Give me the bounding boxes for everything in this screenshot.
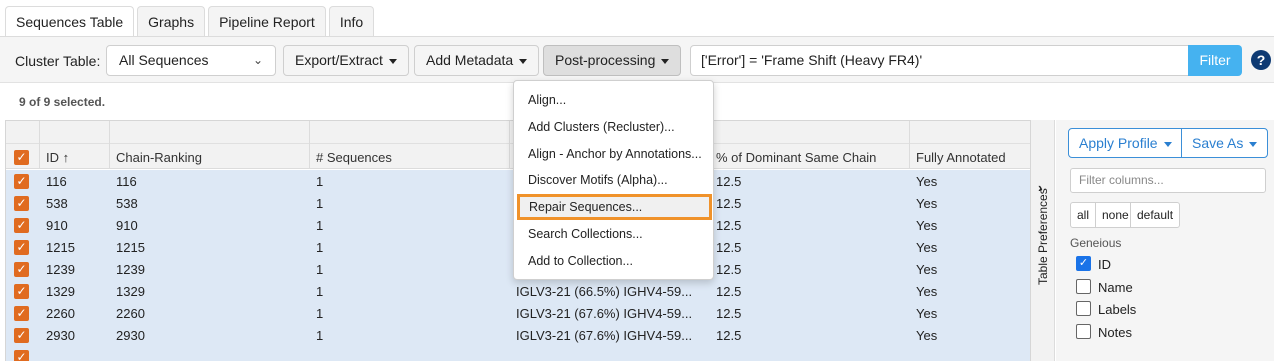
selection-status: 9 of 9 selected.	[19, 95, 106, 109]
apply-profile-label: Apply Profile	[1079, 135, 1158, 151]
post-processing-menu: Align... Add Clusters (Recluster)... Ali…	[513, 80, 714, 280]
menu-item-add-clusters[interactable]: Add Clusters (Recluster)...	[528, 120, 675, 134]
apply-profile-button[interactable]: Apply Profile	[1068, 128, 1183, 158]
row-checkbox[interactable]: ✓	[14, 218, 29, 233]
tab-info[interactable]: Info	[328, 6, 375, 37]
table-row[interactable]: ✓ 1329 1329 1 IGLV3-21 (66.5%) IGHV4-59... 1…	[6, 280, 1030, 302]
menu-item-repair-sequences[interactable]: Repair Sequences...	[517, 194, 712, 220]
select-all-checkbox[interactable]: ✓	[14, 150, 29, 165]
table-preferences-tab[interactable]: › Table Preferences	[1031, 120, 1055, 361]
menu-item-align[interactable]: Align...	[528, 93, 566, 107]
toolbar: Cluster Table: All Sequences ⌄ Export/Ex…	[0, 37, 1274, 83]
post-processing-button[interactable]: Post-processing	[543, 45, 682, 76]
caret-down-icon	[1249, 141, 1258, 147]
help-icon[interactable]: ?	[1251, 50, 1271, 70]
caret-down-icon	[1163, 141, 1172, 147]
row-checkbox[interactable]: ✓	[14, 174, 29, 189]
row-checkbox[interactable]: ✓	[14, 240, 29, 255]
table-preferences-label: Table Preferences	[1036, 188, 1050, 285]
filter-input[interactable]: ['Error'] = 'Frame Shift (Heavy FR4)'	[690, 45, 1190, 76]
column-header-fully-annotated[interactable]: Fully Annotated	[916, 150, 1006, 165]
save-as-label: Save As	[1192, 135, 1244, 151]
column-checkbox-labels[interactable]	[1076, 301, 1091, 316]
column-checkbox-name[interactable]	[1076, 279, 1091, 294]
post-processing-label: Post-processing	[555, 52, 656, 68]
column-header-id[interactable]: ID ↑	[46, 150, 69, 165]
sort-ascending-icon: ↑	[62, 150, 70, 165]
table-row[interactable]: ✓	[6, 346, 1030, 361]
row-checkbox[interactable]: ✓	[14, 262, 29, 277]
row-checkbox[interactable]: ✓	[14, 196, 29, 211]
add-metadata-label: Add Metadata	[426, 52, 514, 68]
show-all-button[interactable]: all	[1070, 202, 1097, 228]
caret-down-icon	[661, 58, 670, 64]
caret-down-icon	[388, 58, 397, 64]
column-checkbox-notes[interactable]	[1076, 324, 1091, 339]
chevron-down-icon: ⌄	[252, 53, 263, 67]
filter-columns-input[interactable]: Filter columns...	[1070, 168, 1266, 193]
row-checkbox[interactable]: ✓	[14, 328, 29, 343]
menu-item-search-collections[interactable]: Search Collections...	[528, 227, 643, 241]
cluster-table-label: Cluster Table:	[15, 53, 101, 69]
export-extract-label: Export/Extract	[295, 52, 383, 68]
table-row[interactable]: ✓ 2930 2930 1 IGLV3-21 (67.6%) IGHV4-59... 1…	[6, 324, 1030, 346]
column-option-label: Name	[1098, 280, 1133, 295]
caret-down-icon	[519, 58, 528, 64]
table-preferences-panel: Apply Profile Save As Filter columns... …	[1056, 120, 1274, 361]
column-option-label: ID	[1098, 257, 1111, 272]
row-checkbox[interactable]: ✓	[14, 350, 29, 361]
row-checkbox[interactable]: ✓	[14, 306, 29, 321]
menu-item-align-anchor[interactable]: Align - Anchor by Annotations...	[528, 147, 702, 161]
column-option-label: Notes	[1098, 325, 1132, 340]
tab-sequences-table[interactable]: Sequences Table	[5, 6, 135, 37]
column-header-dominant-pct[interactable]: % of Dominant Same Chain	[716, 150, 876, 165]
table-row[interactable]: ✓ 2260 2260 1 IGLV3-21 (67.6%) IGHV4-59... 1…	[6, 302, 1030, 324]
column-header-sequences[interactable]: # Sequences	[316, 150, 392, 165]
export-extract-button[interactable]: Export/Extract	[283, 45, 409, 76]
cluster-table-value: All Sequences	[119, 52, 209, 68]
column-option-label: Labels	[1098, 302, 1137, 317]
menu-item-discover-motifs[interactable]: Discover Motifs (Alpha)...	[528, 173, 668, 187]
menu-item-add-to-collection[interactable]: Add to Collection...	[528, 254, 633, 268]
column-checkbox-id[interactable]: ✓	[1076, 256, 1091, 271]
column-group-label: Geneious	[1070, 236, 1122, 250]
filter-button[interactable]: Filter	[1188, 45, 1242, 76]
row-checkbox[interactable]: ✓	[14, 284, 29, 299]
save-as-button[interactable]: Save As	[1181, 128, 1269, 158]
show-default-button[interactable]: default	[1130, 202, 1181, 228]
tab-graphs[interactable]: Graphs	[137, 6, 206, 37]
cluster-table-select[interactable]: All Sequences ⌄	[106, 45, 276, 76]
column-header-chain-ranking[interactable]: Chain-Ranking	[116, 150, 202, 165]
add-metadata-button[interactable]: Add Metadata	[414, 45, 540, 76]
tab-pipeline-report[interactable]: Pipeline Report	[208, 6, 326, 37]
tab-bar: Sequences Table Graphs Pipeline Report I…	[5, 6, 375, 37]
